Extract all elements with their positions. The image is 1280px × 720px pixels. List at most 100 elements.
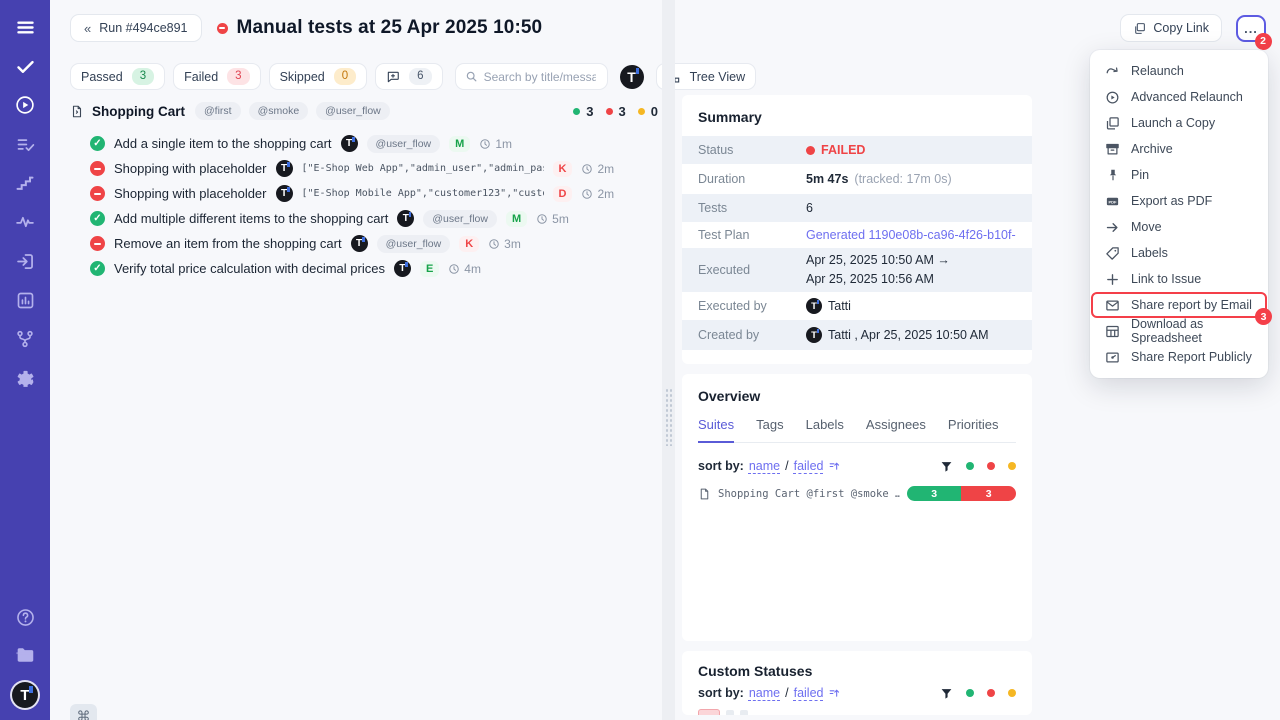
tab-assignees[interactable]: Assignees xyxy=(866,417,926,442)
executed-by-value: Tatti xyxy=(828,299,851,313)
summary-label: Executed xyxy=(698,263,806,277)
passed-count-badge: 3 xyxy=(132,68,154,85)
test-row[interactable]: Shopping with placeholder T ["E-Shop Mob… xyxy=(70,181,664,206)
menu-item-share-report-by-email[interactable]: Share report by Email 3 xyxy=(1091,292,1267,318)
labels-tag-icon xyxy=(1105,246,1120,261)
menu-item-link-to-issue[interactable]: Link to Issue xyxy=(1090,266,1268,292)
suite-passed-count: 3 xyxy=(586,104,593,119)
clock-icon xyxy=(448,263,460,275)
test-duration: 1m xyxy=(495,137,512,151)
menu-item-share-report-publicly[interactable]: Share Report Publicly xyxy=(1090,344,1268,370)
resizer-grip-icon[interactable] xyxy=(665,388,672,446)
filter-funnel-icon[interactable] xyxy=(940,687,953,700)
testomat-logo-avatar[interactable]: T xyxy=(620,65,644,89)
suite-tag[interactable]: @smoke xyxy=(249,102,309,120)
test-row[interactable]: Remove an item from the shopping cart T … xyxy=(70,231,664,256)
assignee-avatar: T xyxy=(394,260,411,277)
suite-header[interactable]: Shopping Cart @first @smoke @user_flow 3… xyxy=(70,100,664,122)
summary-row-tests: Tests 6 xyxy=(682,194,1032,222)
copy-link-button[interactable]: Copy Link xyxy=(1120,14,1222,42)
filter-funnel-icon[interactable] xyxy=(940,460,953,473)
comments-count-badge: 6 xyxy=(409,68,431,85)
test-tag[interactable]: @user_flow xyxy=(423,210,497,228)
help-icon[interactable] xyxy=(14,606,36,628)
test-tag[interactable]: @user_flow xyxy=(377,235,451,253)
menu-item-download-as-spreadsheet[interactable]: Download as Spreadsheet xyxy=(1090,318,1268,344)
passed-filter-dot[interactable] xyxy=(966,462,974,470)
tests-check-icon[interactable] xyxy=(14,55,36,77)
menu-item-labels[interactable]: Labels xyxy=(1090,240,1268,266)
copy-icon xyxy=(1133,22,1146,35)
menu-item-advanced-relaunch[interactable]: Advanced Relaunch xyxy=(1090,84,1268,110)
comments-chip[interactable]: 6 xyxy=(375,63,442,90)
priority-badge: K xyxy=(553,161,573,177)
menu-item-launch-a-copy[interactable]: Launch a Copy xyxy=(1090,110,1268,136)
tab-suites[interactable]: Suites xyxy=(698,417,734,443)
failed-filter-dot[interactable] xyxy=(987,689,995,697)
activity-pulse-icon[interactable] xyxy=(14,211,36,233)
skipped-filter-dot[interactable] xyxy=(1008,462,1016,470)
filter-failed-chip[interactable]: Failed 3 xyxy=(173,63,260,90)
tab-priorities[interactable]: Priorities xyxy=(948,417,999,442)
sort-by-failed-link[interactable]: failed xyxy=(794,459,824,473)
search-box[interactable] xyxy=(455,63,608,90)
failed-dot-icon xyxy=(606,108,613,115)
test-row[interactable]: Verify total price calculation with deci… xyxy=(70,256,664,281)
sort-by-name-link[interactable]: name xyxy=(749,686,780,700)
skipped-filter-dot[interactable] xyxy=(1008,689,1016,697)
test-duration: 5m xyxy=(552,212,569,226)
test-row[interactable]: Add a single item to the shopping cart T… xyxy=(70,131,664,156)
menu-item-move[interactable]: Move xyxy=(1090,214,1268,240)
reports-chart-icon[interactable] xyxy=(14,289,36,311)
test-tag[interactable]: @user_flow xyxy=(367,135,441,153)
panel-resizer[interactable] xyxy=(662,0,675,720)
more-actions-button[interactable]: ... 2 xyxy=(1236,15,1266,42)
failed-icon xyxy=(90,161,105,176)
menu-item-export-as-pdf[interactable]: PDF Export as PDF xyxy=(1090,188,1268,214)
skipped-count-badge: 0 xyxy=(334,68,356,85)
hamburger-menu-icon[interactable] xyxy=(14,16,36,38)
test-row[interactable]: Add multiple different items to the shop… xyxy=(70,206,664,231)
keyboard-shortcut-hint: ⌘ xyxy=(70,704,97,720)
overview-card: Overview Suites Tags Labels Assignees Pr… xyxy=(682,374,1032,641)
failed-bar-segment: 3 xyxy=(961,486,1016,501)
test-row[interactable]: Shopping with placeholder T ["E-Shop Web… xyxy=(70,156,664,181)
suite-tag[interactable]: @first xyxy=(195,102,241,120)
failed-filter-dot[interactable] xyxy=(987,462,995,470)
suite-tag[interactable]: @user_flow xyxy=(316,102,390,120)
sort-asc-icon[interactable] xyxy=(828,460,841,473)
custom-statuses-title: Custom Statuses xyxy=(698,663,1016,679)
failed-dot-icon xyxy=(806,146,815,155)
runs-play-icon[interactable] xyxy=(14,94,36,116)
sort-asc-icon[interactable] xyxy=(828,687,841,700)
menu-item-pin[interactable]: Pin xyxy=(1090,162,1268,188)
test-plans-icon[interactable] xyxy=(14,133,36,155)
import-icon[interactable] xyxy=(14,250,36,272)
settings-gear-icon[interactable] xyxy=(14,367,36,389)
tab-tags[interactable]: Tags xyxy=(756,417,783,442)
branches-icon[interactable] xyxy=(14,328,36,350)
filter-passed-chip[interactable]: Passed 3 xyxy=(70,63,165,90)
menu-item-label: Share Report Publicly xyxy=(1131,350,1252,364)
filter-skipped-chip[interactable]: Skipped 0 xyxy=(269,63,368,90)
test-plan-link[interactable]: Generated 1190e08b-ca96-4f26-b10f-d6dc..… xyxy=(806,228,1016,242)
priority-badge: M xyxy=(506,211,527,227)
menu-item-relaunch[interactable]: Relaunch xyxy=(1090,58,1268,84)
sort-by-label: sort by: xyxy=(698,459,744,473)
sort-by-failed-link[interactable]: failed xyxy=(794,686,824,700)
passed-filter-dot[interactable] xyxy=(966,689,974,697)
sort-divider: / xyxy=(785,686,788,700)
projects-folder-icon[interactable] xyxy=(14,644,36,666)
suite-result-bar[interactable]: 3 3 xyxy=(907,486,1016,501)
back-to-run-button[interactable]: « Run #494ce891 xyxy=(70,14,202,42)
user-avatar[interactable]: T xyxy=(12,682,38,708)
sort-by-name-link[interactable]: name xyxy=(749,459,780,473)
tab-labels[interactable]: Labels xyxy=(806,417,844,442)
suite-chart-label[interactable]: Shopping Cart @first @smoke … xyxy=(718,488,900,500)
menu-item-archive[interactable]: Archive xyxy=(1090,136,1268,162)
menu-item-label: Labels xyxy=(1131,246,1168,260)
test-list: Shopping Cart @first @smoke @user_flow 3… xyxy=(70,100,664,281)
creator-avatar: T xyxy=(806,327,822,343)
search-input[interactable] xyxy=(484,70,596,84)
milestones-steps-icon[interactable] xyxy=(14,172,36,194)
